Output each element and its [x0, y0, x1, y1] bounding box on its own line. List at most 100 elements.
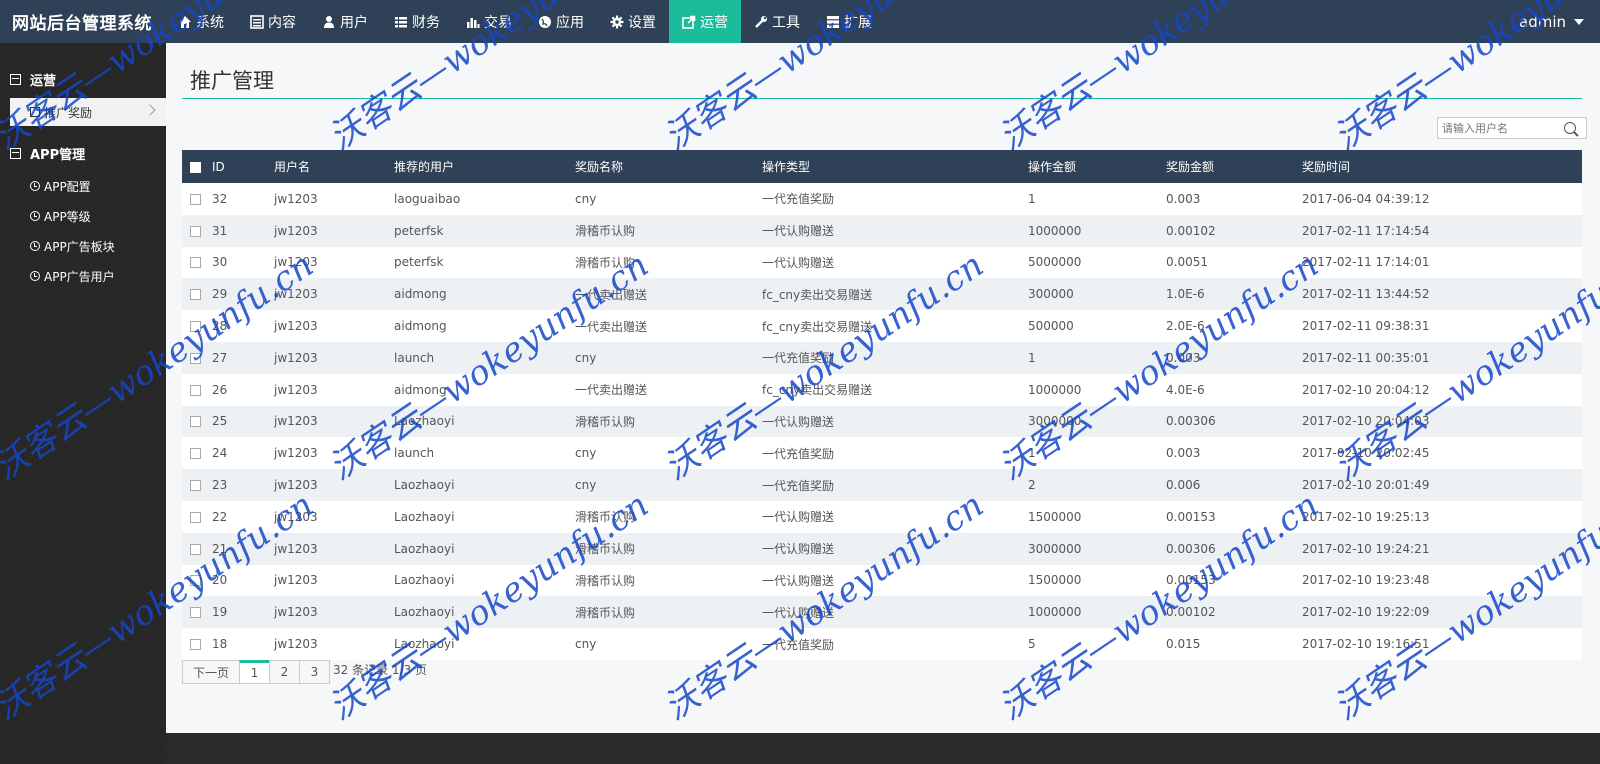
table-cell: 一代卖出赠送 [575, 287, 648, 302]
page-1-button[interactable]: 1 [239, 660, 270, 684]
row-checkbox[interactable] [190, 511, 201, 523]
sidebar-group-header[interactable]: 运营 [0, 62, 166, 96]
table-row: 24 jw1203 launch cny 一代充值奖励 1 0.003 2017-02-10 … [182, 437, 1582, 470]
search-box [1437, 117, 1587, 139]
table-cell: 2017-02-10 19:16:51 [1302, 637, 1430, 652]
row-checkbox[interactable] [190, 225, 201, 237]
table-cell: 一代认购赠送 [762, 224, 835, 239]
row-select-cell [182, 501, 212, 533]
user-menu[interactable]: admin [1519, 0, 1600, 43]
table-cell: aidmong [394, 382, 447, 397]
column-header: ID [212, 159, 225, 174]
column-header: 操作金额 [1028, 160, 1077, 174]
row-checkbox[interactable] [190, 448, 201, 460]
row-select-cell [182, 565, 212, 597]
table-cell: jw1203 [274, 509, 318, 524]
row-checkbox[interactable] [190, 321, 201, 333]
row-select-cell [182, 374, 212, 406]
table-cell: 2017-02-10 20:02:45 [1302, 446, 1430, 461]
table-cell: laoguaibao [394, 191, 461, 206]
page-3-button[interactable]: 3 [299, 660, 330, 684]
table-cell: 1500000 [1028, 509, 1082, 524]
table-cell: jw1203 [274, 319, 318, 334]
table-cell: 4.0E-6 [1166, 382, 1205, 397]
table-cell: 3000000 [1028, 414, 1082, 429]
table-cell: 1500000 [1028, 573, 1082, 588]
nav-item-2[interactable]: 用户 [309, 0, 381, 43]
main-nav: 系统 内容 用户 财务 交易 应用 设置 运营 工具 扩展 [165, 0, 885, 43]
sidebar-item-label: 推广奖励 [44, 105, 93, 120]
nav-item-3[interactable]: 财务 [381, 0, 453, 43]
column-header: 奖励名称 [575, 160, 624, 174]
search-input[interactable] [1438, 118, 1558, 138]
nav-item-1[interactable]: 内容 [237, 0, 309, 43]
table-cell: peterfsk [394, 255, 444, 270]
nav-item-label: 用户 [340, 14, 368, 31]
row-checkbox[interactable] [190, 352, 201, 364]
sidebar-item[interactable]: APP广告板块 [10, 232, 166, 260]
table-row: 22 jw1203 Laozhaoyi 滑稽币认购 一代认购赠送 1500000 0.001… [182, 500, 1582, 533]
table-cell: jw1203 [274, 541, 318, 556]
nav-item-6[interactable]: 设置 [597, 0, 669, 43]
table-cell: 一代充值奖励 [762, 637, 835, 652]
nav-item-label: 扩展 [844, 14, 872, 31]
table-cell: jw1203 [274, 223, 318, 238]
table-row: 18 jw1203 Laozhaoyi cny 一代充值奖励 5 0.015 2017-02-… [182, 628, 1582, 660]
row-checkbox[interactable] [190, 257, 201, 269]
table-cell: 22 [212, 509, 228, 524]
table-cell: 1000000 [1028, 382, 1082, 397]
nav-item-4[interactable]: 交易 [453, 0, 525, 43]
table-cell: 2017-02-10 20:04:03 [1302, 414, 1430, 429]
share-icon [682, 15, 696, 29]
table-row: 25 jw1203 Laozhaoyi 滑稽币认购 一代认购赠送 3000000 0.003… [182, 405, 1582, 438]
search-icon[interactable] [1564, 122, 1576, 134]
row-select-cell [182, 215, 212, 247]
clock-icon [30, 241, 40, 251]
row-checkbox[interactable] [190, 543, 201, 555]
table-row: 20 jw1203 Laozhaoyi 滑稽币认购 一代认购赠送 1500000 0.001… [182, 564, 1582, 597]
row-checkbox[interactable] [190, 416, 201, 428]
collapse-icon [10, 73, 21, 85]
table-cell: Laozhaoyi [394, 414, 455, 429]
sidebar-item[interactable]: APP等级 [10, 202, 166, 230]
column-header: 奖励时间 [1302, 160, 1351, 174]
select-all-checkbox[interactable] [190, 161, 201, 173]
table-cell: 2017-02-10 19:25:13 [1302, 509, 1430, 524]
sidebar-item[interactable]: APP广告用户 [10, 262, 166, 290]
sidebar-group-header[interactable]: APP管理 [0, 136, 166, 170]
row-checkbox[interactable] [190, 575, 201, 587]
table-cell: 一代认购赠送 [762, 414, 835, 429]
table-cell: Laozhaoyi [394, 478, 455, 493]
table-cell: 0.015 [1166, 637, 1201, 652]
table-cell: 20 [212, 573, 228, 588]
row-checkbox[interactable] [190, 639, 201, 651]
table-cell: 2017-02-11 17:14:54 [1302, 223, 1430, 238]
row-checkbox[interactable] [190, 193, 201, 205]
page-2-button[interactable]: 2 [269, 660, 300, 684]
row-select-cell [182, 406, 212, 438]
username: admin [1519, 12, 1566, 31]
row-checkbox[interactable] [190, 480, 201, 492]
row-select-cell [182, 469, 212, 501]
nav-item-7[interactable]: 运营 [669, 0, 741, 43]
table-cell: 2017-02-11 17:14:01 [1302, 255, 1430, 270]
nav-item-5[interactable]: 应用 [525, 0, 597, 43]
nav-item-9[interactable]: 扩展 [813, 0, 885, 43]
nav-item-8[interactable]: 工具 [741, 0, 813, 43]
row-checkbox[interactable] [190, 607, 201, 619]
table-cell: 5 [1028, 637, 1036, 652]
table-row: 31 jw1203 peterfsk 滑稽币认购 一代认购赠送 1000000 0.0010… [182, 214, 1582, 247]
table-cell: cny [575, 446, 597, 461]
prev-page-button[interactable]: 下一页 [182, 660, 240, 684]
sidebar-item[interactable]: APP配置 [10, 172, 166, 200]
table-cell: aidmong [394, 319, 447, 334]
row-select-cell [182, 628, 212, 660]
nav-item-label: 内容 [268, 14, 296, 31]
row-checkbox[interactable] [190, 384, 201, 396]
nav-item-0[interactable]: 系统 [165, 0, 237, 43]
title-divider [182, 98, 1582, 99]
row-checkbox[interactable] [190, 289, 201, 301]
sidebar-group-label: 运营 [30, 73, 57, 89]
sidebar-item[interactable]: 推广奖励 [10, 98, 166, 126]
table-cell: 19 [212, 605, 228, 620]
